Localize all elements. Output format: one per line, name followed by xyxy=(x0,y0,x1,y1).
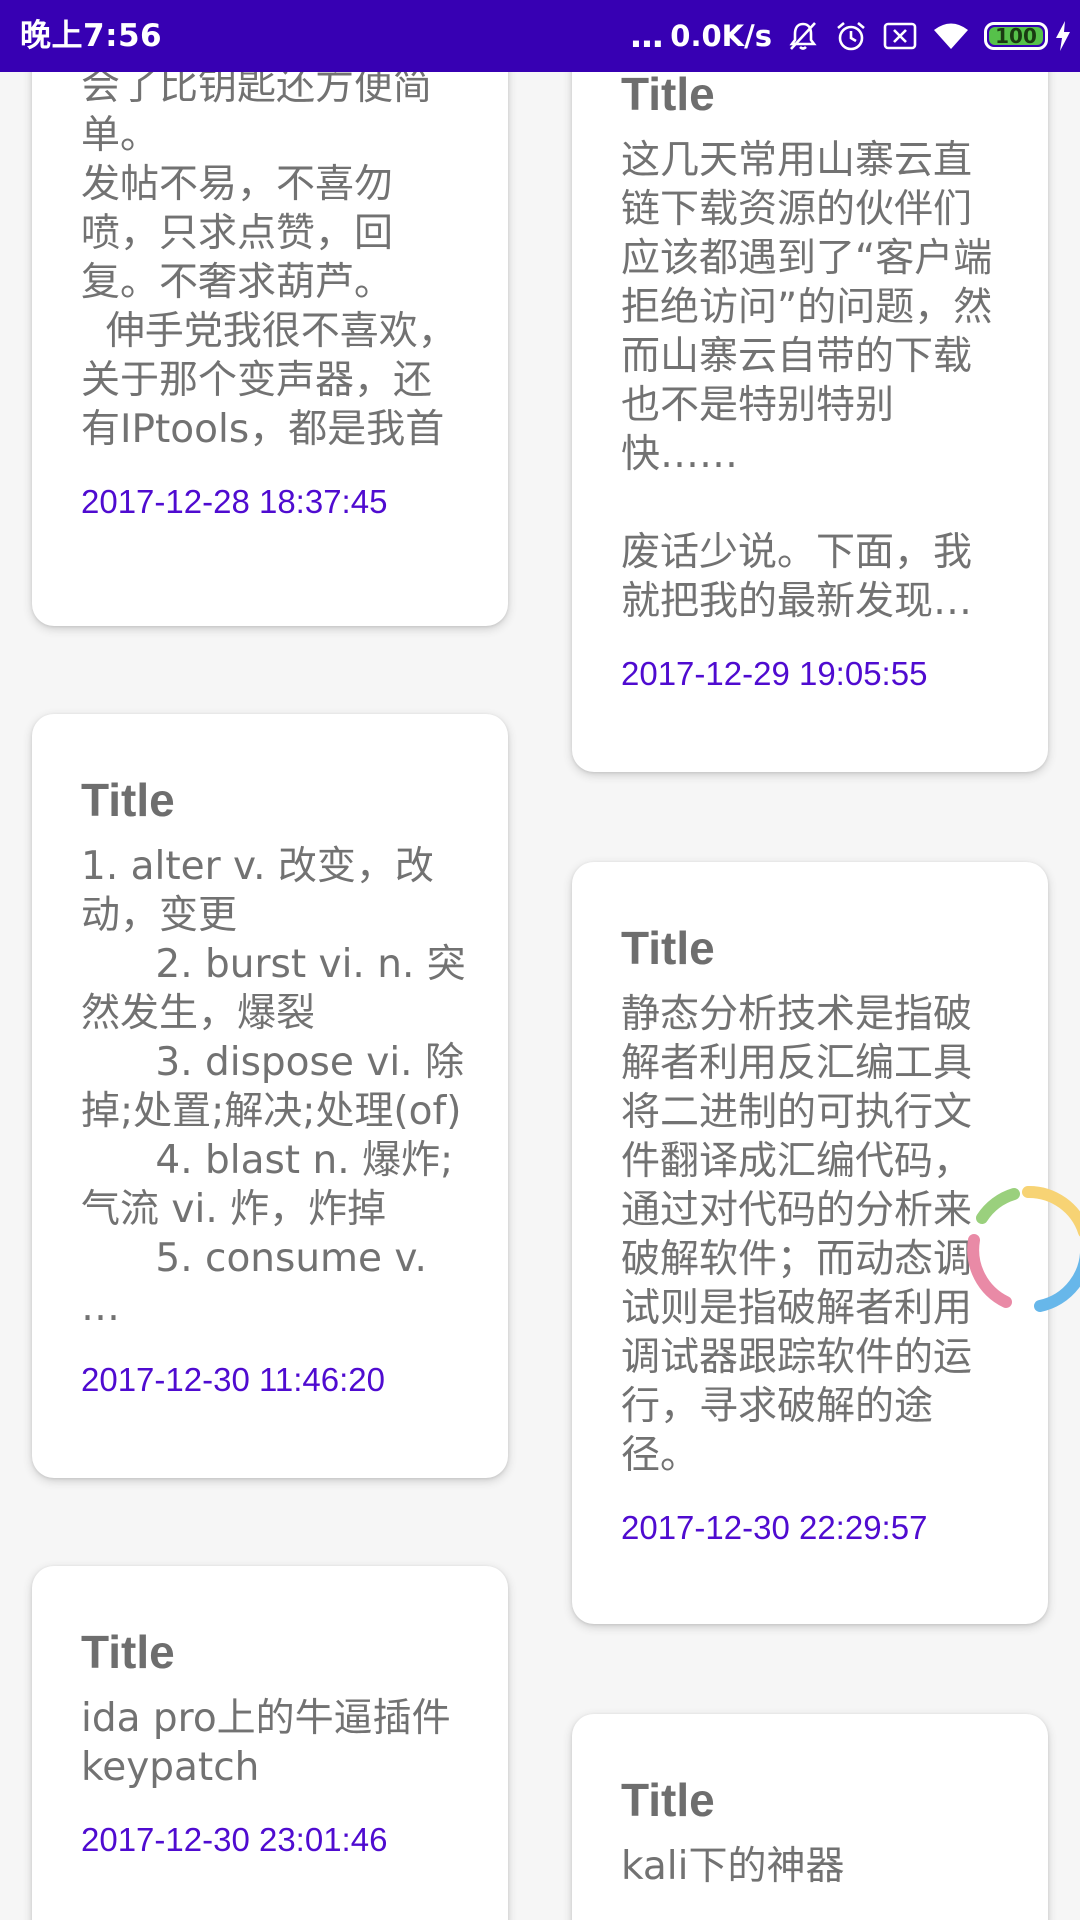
more-notifications-icon: ... xyxy=(629,16,665,56)
status-icons: ... 0.0K/s 100 xyxy=(630,10,1072,62)
mute-icon xyxy=(786,19,820,53)
battery-icon: 100 xyxy=(984,22,1048,50)
network-speed: 0.0K/s xyxy=(670,19,772,53)
status-time: 晚上7:56 xyxy=(20,18,163,54)
note-card-body: 这几天常用山寨云直链下载资源的伙伴们应该都遇到了“客户端拒绝访问”的问题，然而山… xyxy=(621,138,993,624)
note-card-body: kali下的神器 xyxy=(621,1844,845,1889)
alarm-icon xyxy=(834,19,868,53)
note-card-date: 2017-12-28 18:37:45 xyxy=(81,483,388,520)
note-card-title: Title xyxy=(81,1626,175,1678)
charging-icon xyxy=(1054,20,1072,52)
note-card[interactable]: 会了比钥匙还方便简单。 发帖不易，不喜勿喷，只求点赞，回复。不奢求葫芦。 伸手党… xyxy=(32,0,508,626)
app-screen: 晚上7:56 ... 0.0K/s 100 会了比钥匙还方便简单。 发帖不易，不… xyxy=(0,0,1080,1920)
note-card-body: 会了比钥匙还方便简单。 发帖不易，不喜勿喷，只求点赞，回复。不奢求葫芦。 伸手党… xyxy=(81,64,457,452)
note-card-body: 静态分析技术是指破解者利用反汇编工具将二进制的可执行文件翻译成汇编代码，通过对代… xyxy=(621,992,973,1478)
note-card[interactable]: Title 这几天常用山寨云直链下载资源的伙伴们应该都遇到了“客户端拒绝访问”的… xyxy=(572,40,1048,772)
note-card-title: Title xyxy=(81,774,175,826)
note-card-title: Title xyxy=(621,68,715,120)
note-card-body: 1. alter v. 改变，改动，变更 2. burst vi. n. 突然发… xyxy=(81,844,466,1330)
wifi-icon xyxy=(932,21,970,51)
note-card-date: 2017-12-30 11:46:20 xyxy=(81,1361,385,1398)
note-card-date: 2017-12-29 19:05:55 xyxy=(621,655,928,692)
note-card-title: Title xyxy=(621,922,715,974)
status-bar: 晚上7:56 ... 0.0K/s 100 xyxy=(0,0,1080,72)
note-card[interactable]: Title kali下的神器 xyxy=(572,1714,1048,1920)
loading-spinner-icon xyxy=(967,1185,1080,1312)
sim-off-icon xyxy=(882,21,918,51)
note-card-body: ida pro上的牛逼插件keypatch xyxy=(81,1696,451,1790)
note-card-date: 2017-12-30 22:29:57 xyxy=(621,1509,928,1546)
note-card[interactable]: Title 1. alter v. 改变，改动，变更 2. burst vi. … xyxy=(32,714,508,1478)
note-card[interactable]: Title ida pro上的牛逼插件keypatch 2017-12-30 2… xyxy=(32,1566,508,1920)
note-card-date: 2017-12-30 23:01:46 xyxy=(81,1821,388,1858)
note-card-title: Title xyxy=(621,1774,715,1826)
